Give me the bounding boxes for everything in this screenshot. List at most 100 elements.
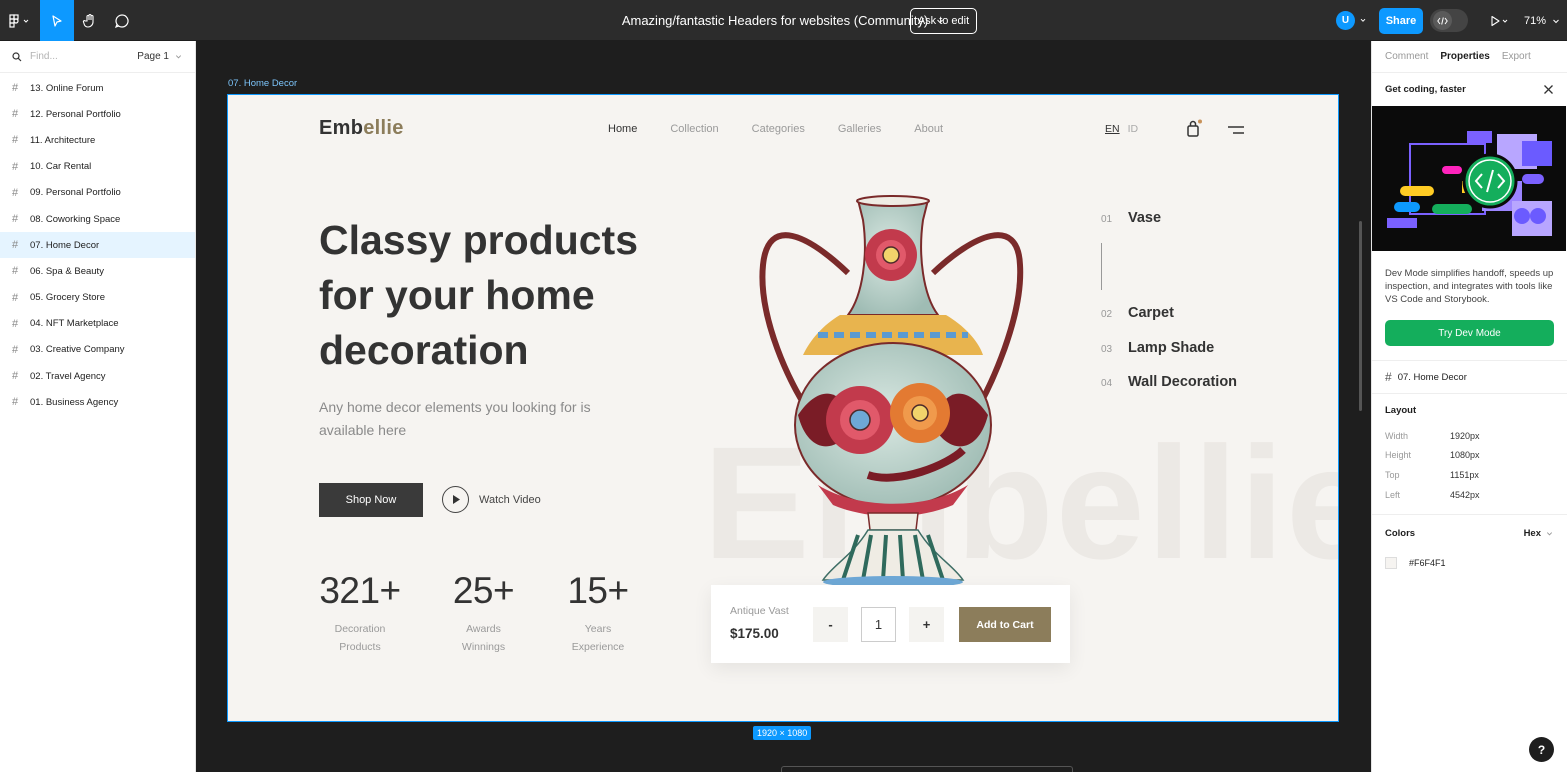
layer-search[interactable]: Find... Page 1 — [0, 41, 195, 73]
zoom-level: 71% — [1524, 14, 1547, 27]
page-selector[interactable]: Page 1 — [137, 51, 169, 62]
figma-menu-button[interactable] — [0, 0, 40, 41]
layout-value[interactable]: 1080px — [1450, 450, 1480, 460]
play-icon — [442, 486, 469, 513]
layout-row: Top 1151px — [1372, 465, 1567, 485]
layer-label: 13. Online Forum — [30, 82, 104, 94]
help-button[interactable]: ? — [1529, 737, 1554, 762]
layer-item[interactable]: #09. Personal Portfolio — [0, 180, 195, 206]
layer-item[interactable]: #08. Coworking Space — [0, 206, 195, 232]
frame-hash-icon: # — [1385, 370, 1392, 384]
code-icon — [1433, 11, 1452, 30]
layer-item[interactable]: #05. Grocery Store — [0, 285, 195, 311]
document-title[interactable]: Amazing/fantastic Headers for websites (… — [622, 13, 928, 28]
chevron-down-icon[interactable] — [174, 52, 183, 61]
add-to-cart-button[interactable]: Add to Cart — [959, 607, 1051, 642]
layer-item[interactable]: #13. Online Forum — [0, 75, 195, 101]
watch-video-button[interactable]: Watch Video — [442, 486, 541, 513]
share-button[interactable]: Share — [1379, 8, 1423, 34]
layer-item[interactable]: #12. Personal Portfolio — [0, 101, 195, 127]
move-tool-button[interactable] — [40, 0, 74, 41]
category-item[interactable]: 04 Wall Decoration — [1101, 374, 1237, 390]
canvas-scrollbar[interactable] — [1359, 221, 1362, 411]
layer-label: 07. Home Decor — [30, 239, 100, 251]
top-toolbar: Amazing/fantastic Headers for websites (… — [0, 0, 1567, 41]
chevron-down-icon — [1553, 19, 1559, 23]
dev-mode-illustration — [1372, 106, 1566, 251]
layout-key: Height — [1385, 450, 1412, 461]
nav-home[interactable]: Home — [608, 123, 637, 135]
frame-name-row[interactable]: # 07. Home Decor — [1372, 361, 1567, 393]
shopping-bag-icon[interactable] — [1185, 119, 1203, 139]
chevron-down-icon[interactable] — [1359, 16, 1367, 24]
hand-tool-button[interactable] — [74, 0, 106, 41]
color-format-selector[interactable]: Hex — [1524, 528, 1554, 539]
site-nav: Home Collection Categories Galleries Abo… — [608, 123, 976, 135]
category-item[interactable]: 02 Carpet — [1101, 305, 1174, 321]
layout-value[interactable]: 4542px — [1450, 490, 1480, 500]
stat-value: 25+ — [452, 570, 515, 611]
layer-item[interactable]: #02. Travel Agency — [0, 363, 195, 389]
layer-item[interactable]: #01. Business Agency — [0, 389, 195, 415]
layer-label: 02. Travel Agency — [30, 370, 106, 382]
shop-now-button[interactable]: Shop Now — [319, 483, 423, 517]
home-decor-frame[interactable]: Embellie Embellie Home Collection Catego… — [227, 94, 1339, 722]
nav-about[interactable]: About — [914, 123, 943, 135]
layout-key: Top — [1385, 469, 1400, 480]
try-dev-mode-button[interactable]: Try Dev Mode — [1385, 320, 1554, 346]
layer-label: 05. Grocery Store — [30, 292, 105, 304]
nav-galleries[interactable]: Galleries — [838, 123, 881, 135]
layer-item[interactable]: #11. Architecture — [0, 127, 195, 153]
zoom-menu[interactable]: 71% — [1524, 0, 1561, 41]
frame-hash-icon: # — [12, 134, 19, 147]
layer-item[interactable]: #10. Car Rental — [0, 154, 195, 180]
category-item[interactable]: 03 Lamp Shade — [1101, 340, 1214, 356]
category-indicator-line — [1101, 243, 1102, 290]
site-logo[interactable]: Embellie — [319, 117, 404, 140]
layer-label: 04. NFT Marketplace — [30, 318, 119, 330]
quantity-value[interactable]: 1 — [861, 607, 896, 642]
frame-hash-icon: # — [12, 213, 19, 226]
stat-awards: 25+ Awards Winnings — [446, 570, 521, 656]
hero-subtitle: Any home decor elements you looking for … — [319, 399, 591, 438]
nav-categories[interactable]: Categories — [752, 123, 805, 135]
layout-key: Left — [1385, 489, 1401, 500]
layer-item[interactable]: #06. Spa & Beauty — [0, 258, 195, 284]
tab-export[interactable]: Export — [1502, 51, 1531, 62]
canvas-bottom-handle — [781, 766, 1073, 772]
tab-properties[interactable]: Properties — [1440, 51, 1489, 62]
layer-label: 09. Personal Portfolio — [30, 187, 121, 199]
tab-comment[interactable]: Comment — [1385, 51, 1428, 62]
canvas[interactable]: 07. Home Decor Embellie Embellie Home Co… — [196, 41, 1371, 772]
product-name: Antique Vast — [730, 605, 789, 617]
lang-en[interactable]: EN — [1105, 123, 1120, 135]
category-item[interactable]: 01 Vase — [1101, 210, 1161, 226]
ask-to-edit-button[interactable]: Ask to edit — [910, 8, 977, 34]
comment-tool-button[interactable] — [106, 0, 138, 41]
layout-value[interactable]: 1920px — [1450, 431, 1480, 441]
layer-item[interactable]: #03. Creative Company — [0, 337, 195, 363]
menu-icon[interactable] — [1227, 125, 1245, 135]
close-icon[interactable] — [1543, 84, 1554, 95]
layout-row: Height 1080px — [1372, 446, 1567, 466]
layer-item[interactable]: #04. NFT Marketplace — [0, 311, 195, 337]
play-icon — [1491, 15, 1508, 26]
color-row[interactable]: #F6F4F1 — [1372, 551, 1567, 575]
frame-hash-icon: # — [12, 396, 19, 409]
search-input[interactable]: Find... — [30, 51, 137, 62]
promo-text: Dev Mode simplifies handoff, speeds up i… — [1385, 268, 1554, 305]
nav-collection[interactable]: Collection — [670, 123, 718, 135]
category-name: Carpet — [1128, 305, 1174, 321]
frame-label[interactable]: 07. Home Decor — [228, 78, 297, 89]
quantity-decrease-button[interactable]: - — [813, 607, 848, 642]
layout-value[interactable]: 1151px — [1450, 470, 1479, 480]
promo-header: Get coding, faster — [1372, 73, 1567, 106]
dev-mode-toggle[interactable] — [1430, 9, 1468, 32]
lang-id[interactable]: ID — [1128, 123, 1139, 135]
logo-accent: ellie — [363, 117, 404, 139]
colors-section-title: Colors Hex — [1372, 515, 1567, 551]
layer-item[interactable]: #07. Home Decor — [0, 232, 195, 259]
present-button[interactable] — [1484, 0, 1514, 41]
quantity-increase-button[interactable]: + — [909, 607, 944, 642]
avatar[interactable]: U — [1336, 11, 1355, 30]
